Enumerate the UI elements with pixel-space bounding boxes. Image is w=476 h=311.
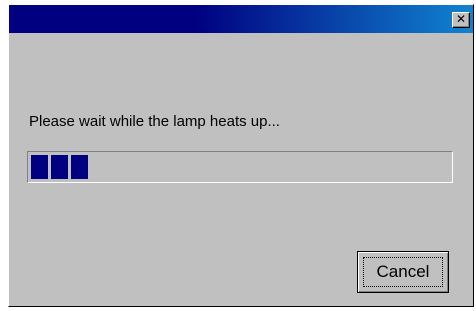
progress-block [51,155,68,179]
progress-block [71,155,88,179]
progress-track [31,155,449,179]
title-bar[interactable]: ✕ [9,5,473,33]
close-icon: ✕ [455,12,467,26]
progress-bar [27,151,453,183]
wait-message: Please wait while the lamp heats up... [29,113,280,130]
close-button[interactable]: ✕ [452,12,470,28]
focus-rectangle [363,257,443,287]
progress-block [31,155,48,179]
cancel-button[interactable]: Cancel [357,251,449,293]
lamp-warmup-dialog: ✕ Please wait while the lamp heats up...… [8,4,474,307]
